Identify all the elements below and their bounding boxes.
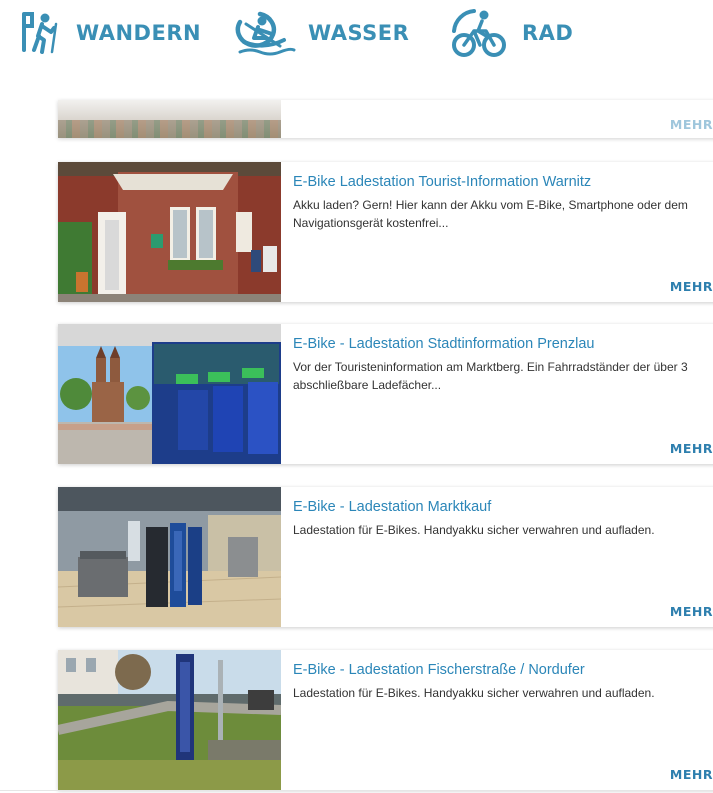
card-title[interactable]: E-Bike Ladestation Tourist-Information W…: [293, 174, 713, 190]
card-description: Akku laden? Gern! Hier kann der Akku vom…: [293, 198, 688, 230]
card-thumbnail: [58, 487, 281, 627]
card-thumbnail: [58, 100, 281, 138]
nav-item-rad[interactable]: RAD: [448, 6, 573, 60]
card-thumbnail: [58, 324, 281, 464]
more-link[interactable]: MEHR: [670, 767, 713, 782]
card-thumbnail: [58, 162, 281, 302]
divider: [0, 790, 713, 791]
category-nav: WANDERN WASSER RAD: [0, 0, 713, 70]
nav-item-wasser[interactable]: WASSER: [230, 6, 409, 60]
result-card-partial[interactable]: MEHR: [58, 100, 713, 138]
result-card[interactable]: E-Bike - Ladestation Fischerstraße / Nor…: [58, 650, 713, 790]
card-title[interactable]: E-Bike - Ladestation Stadtinformation Pr…: [293, 336, 713, 352]
more-link[interactable]: MEHR: [670, 441, 713, 456]
hiker-icon: [18, 10, 64, 56]
bicycle-icon: [448, 7, 510, 59]
canoe-icon: [230, 8, 296, 58]
card-description: Vor der Touristeninformation am Marktber…: [293, 360, 688, 392]
nav-label-rad: RAD: [522, 21, 574, 45]
card-thumbnail: [58, 650, 281, 790]
result-card[interactable]: E-Bike Ladestation Tourist-Information W…: [58, 162, 713, 302]
card-description: Ladestation für E-Bikes. Handyakku siche…: [293, 523, 655, 537]
result-card[interactable]: E-Bike - Ladestation Marktkauf Ladestati…: [58, 487, 713, 627]
more-link[interactable]: MEHR: [670, 117, 713, 132]
card-description: Ladestation für E-Bikes. Handyakku siche…: [293, 686, 655, 700]
more-link[interactable]: MEHR: [670, 279, 713, 294]
result-card[interactable]: E-Bike - Ladestation Stadtinformation Pr…: [58, 324, 713, 464]
nav-item-wandern[interactable]: WANDERN: [18, 6, 201, 60]
nav-label-wasser: WASSER: [308, 21, 410, 45]
card-title[interactable]: E-Bike - Ladestation Fischerstraße / Nor…: [293, 662, 713, 678]
nav-label-wandern: WANDERN: [76, 21, 202, 45]
more-link[interactable]: MEHR: [670, 604, 713, 619]
card-title[interactable]: E-Bike - Ladestation Marktkauf: [293, 499, 713, 515]
